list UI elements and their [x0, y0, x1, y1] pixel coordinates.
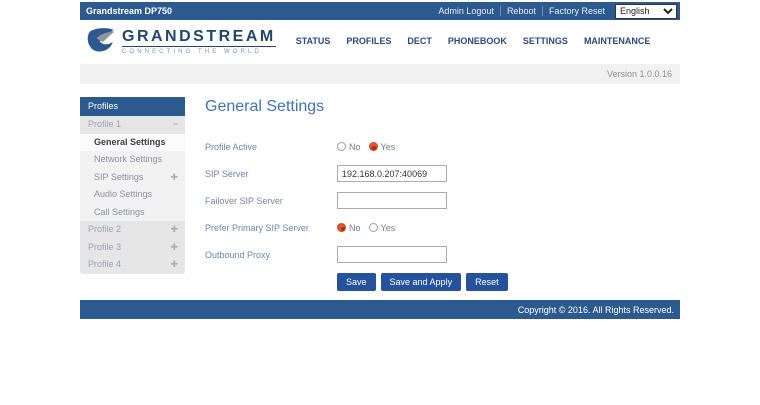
sidebar-item-profile-2[interactable]: Profile 2	[80, 221, 185, 239]
factory-reset-link[interactable]: Factory Reset	[542, 6, 611, 16]
button-row: Save Save and Apply Reset	[337, 273, 680, 291]
failover-sip-server-input[interactable]	[337, 192, 447, 209]
sidebar: Profiles Profile 1 General Settings Netw…	[80, 97, 185, 274]
radio-checked-icon[interactable]	[369, 142, 378, 151]
field-failover-sip-server: Failover SIP Server	[205, 192, 680, 209]
field-profile-active: Profile Active No Yes	[205, 138, 680, 155]
sidebar-item-audio-settings[interactable]: Audio Settings	[80, 186, 185, 204]
field-label: Failover SIP Server	[205, 196, 337, 206]
field-label: Profile Active	[205, 142, 337, 152]
nav-profiles[interactable]: PROFILES	[338, 32, 399, 50]
field-label: SIP Server	[205, 169, 337, 179]
version-text: Version 1.0.0.16	[607, 69, 672, 79]
logo-wordmark: GRANDSTREAM	[122, 28, 276, 47]
footer: Copyright © 2016. All Rights Reserved.	[80, 300, 680, 319]
logo-tagline: CONNECTING THE WORLD	[122, 49, 276, 55]
grandstream-logo-icon	[86, 27, 116, 56]
nav-dect[interactable]: DECT	[399, 32, 440, 50]
sidebar-item-profile-1[interactable]: Profile 1	[80, 116, 185, 134]
nav-settings[interactable]: SETTINGS	[515, 32, 576, 50]
reboot-link[interactable]: Reboot	[500, 6, 542, 16]
prefer-primary-yes-radio[interactable]: Yes	[369, 223, 396, 233]
reset-button[interactable]: Reset	[466, 273, 508, 291]
sidebar-item-network-settings[interactable]: Network Settings	[80, 151, 185, 169]
field-label: Outbound Proxy	[205, 250, 337, 260]
sidebar-item-profile-3[interactable]: Profile 3	[80, 239, 185, 257]
sidebar-item-profile-4[interactable]: Profile 4	[80, 256, 185, 274]
device-title: Grandstream DP750	[86, 6, 172, 16]
language-select[interactable]: English	[615, 4, 677, 19]
expand-icon[interactable]	[170, 225, 178, 234]
copyright-text: Copyright © 2016. All Rights Reserved.	[518, 305, 674, 315]
admin-logout-link[interactable]: Admin Logout	[432, 6, 500, 16]
expand-icon[interactable]	[170, 243, 178, 252]
field-sip-server: SIP Server	[205, 165, 680, 182]
nav-maintenance[interactable]: MAINTENANCE	[576, 32, 659, 50]
outbound-proxy-input[interactable]	[337, 246, 447, 263]
expand-icon[interactable]	[170, 260, 178, 269]
field-prefer-primary-sip-server: Prefer Primary SIP Server No Yes	[205, 219, 680, 236]
grandstream-logo: GRANDSTREAM CONNECTING THE WORLD	[86, 27, 276, 56]
profile-active-yes-radio[interactable]: Yes	[369, 142, 396, 152]
nav-phonebook[interactable]: PHONEBOOK	[440, 32, 515, 50]
field-outbound-proxy: Outbound Proxy	[205, 246, 680, 263]
sidebar-item-general-settings[interactable]: General Settings	[80, 134, 185, 152]
page: Grandstream DP750 Admin Logout Reboot Fa…	[80, 0, 680, 319]
main-panel: General Settings Profile Active No Yes S…	[185, 97, 680, 291]
nav-status[interactable]: STATUS	[288, 32, 339, 50]
save-button[interactable]: Save	[337, 273, 376, 291]
page-title: General Settings	[205, 98, 680, 116]
collapse-icon[interactable]	[173, 120, 178, 129]
sidebar-item-call-settings[interactable]: Call Settings	[80, 204, 185, 222]
sidebar-item-sip-settings[interactable]: SIP Settings	[80, 169, 185, 187]
top-bar: Grandstream DP750 Admin Logout Reboot Fa…	[80, 2, 680, 20]
expand-icon[interactable]	[170, 173, 178, 182]
profile-active-no-radio[interactable]: No	[337, 142, 361, 152]
sidebar-header-profiles: Profiles	[80, 97, 185, 116]
radio-unchecked-icon[interactable]	[369, 223, 378, 232]
sip-server-input[interactable]	[337, 165, 447, 182]
save-and-apply-button[interactable]: Save and Apply	[381, 273, 462, 291]
version-bar: Version 1.0.0.16	[80, 64, 680, 84]
field-label: Prefer Primary SIP Server	[205, 223, 337, 233]
header: GRANDSTREAM CONNECTING THE WORLD STATUS …	[80, 20, 680, 62]
main-nav: STATUS PROFILES DECT PHONEBOOK SETTINGS …	[288, 32, 659, 50]
prefer-primary-no-radio[interactable]: No	[337, 223, 361, 233]
radio-checked-icon[interactable]	[337, 223, 346, 232]
radio-unchecked-icon[interactable]	[337, 142, 346, 151]
